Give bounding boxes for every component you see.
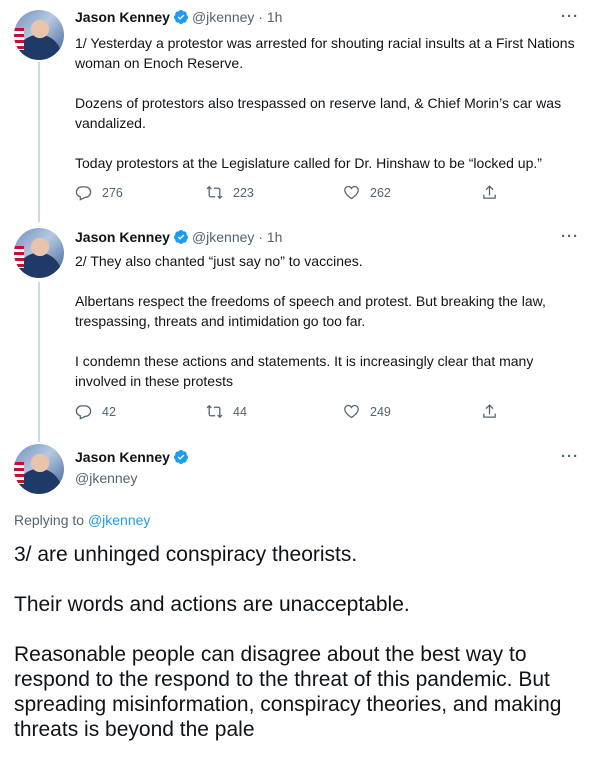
retweet-icon (206, 184, 223, 201)
like-count: 249 (370, 404, 391, 419)
author-handle[interactable]: @jkenney (75, 470, 137, 486)
tweet-paragraph: Albertans respect the freedoms of speech… (75, 293, 546, 329)
tweet-header: Jason Kenney @jkenney · 1h (75, 229, 282, 245)
retweet-icon (206, 403, 223, 420)
replying-prefix: Replying to (14, 512, 85, 528)
like-button[interactable]: 249 (343, 403, 391, 420)
tweet-text: 2/ They also chanted “just say no” to va… (75, 251, 575, 391)
verified-badge-icon (173, 449, 189, 465)
reply-icon (75, 403, 92, 420)
replying-to: Replying to @jkenney (14, 512, 150, 528)
tweet-actions: 276 223 262 (75, 184, 555, 204)
reply-icon (75, 184, 92, 201)
reply-button[interactable]: 42 (75, 403, 116, 420)
retweet-count: 223 (233, 185, 254, 200)
timestamp[interactable]: 1h (267, 229, 283, 245)
tweet-paragraph: I condemn these actions and statements. … (75, 353, 534, 389)
share-button[interactable] (481, 184, 498, 201)
author-name[interactable]: Jason Kenney (75, 229, 170, 245)
thread-line (38, 62, 40, 222)
author-name[interactable]: Jason Kenney (75, 9, 170, 25)
tweet-paragraph: Today protestors at the Legislature call… (75, 155, 542, 171)
thread-line (38, 282, 40, 442)
avatar[interactable] (14, 444, 64, 494)
avatar[interactable] (14, 10, 64, 60)
tweet-text: 1/ Yesterday a protestor was arrested fo… (75, 33, 575, 173)
main-tweet-text: 3/ are unhinged conspiracy theorists. Th… (14, 542, 579, 742)
share-icon (481, 184, 498, 201)
verified-badge-icon (173, 229, 189, 245)
separator: · (258, 9, 263, 25)
author-name[interactable]: Jason Kenney (75, 449, 170, 465)
tweet-actions: 42 44 249 (75, 403, 555, 423)
avatar[interactable] (14, 228, 64, 278)
tweet-header: Jason Kenney @jkenney · 1h (75, 9, 282, 25)
tweet-paragraph: Reasonable people can disagree about the… (14, 643, 562, 741)
like-count: 262 (370, 185, 391, 200)
retweet-button[interactable]: 44 (206, 403, 247, 420)
retweet-count: 44 (233, 404, 247, 419)
separator: · (258, 229, 263, 245)
like-icon (343, 403, 360, 420)
more-icon[interactable]: ··· (561, 228, 579, 245)
more-icon[interactable]: ··· (561, 8, 579, 25)
author-handle[interactable]: @jkenney (192, 229, 254, 245)
more-icon[interactable]: ··· (561, 448, 579, 465)
reply-count: 276 (102, 185, 123, 200)
like-button[interactable]: 262 (343, 184, 391, 201)
tweet-paragraph: 2/ They also chanted “just say no” to va… (75, 253, 363, 269)
tweet-header: Jason Kenney (75, 449, 192, 465)
retweet-button[interactable]: 223 (206, 184, 254, 201)
tweet-paragraph: Dozens of protestors also trespassed on … (75, 95, 562, 131)
like-icon (343, 184, 360, 201)
share-button[interactable] (481, 403, 498, 420)
reply-count: 42 (102, 404, 116, 419)
tweet-paragraph: Their words and actions are unacceptable… (14, 593, 410, 616)
reply-button[interactable]: 276 (75, 184, 123, 201)
tweet-paragraph: 3/ are unhinged conspiracy theorists. (14, 543, 358, 566)
timestamp[interactable]: 1h (267, 9, 283, 25)
verified-badge-icon (173, 9, 189, 25)
author-handle-row: @jkenney (75, 470, 137, 486)
share-icon (481, 403, 498, 420)
replying-to-link[interactable]: @jkenney (88, 512, 150, 528)
author-handle[interactable]: @jkenney (192, 9, 254, 25)
tweet-paragraph: 1/ Yesterday a protestor was arrested fo… (75, 35, 575, 71)
